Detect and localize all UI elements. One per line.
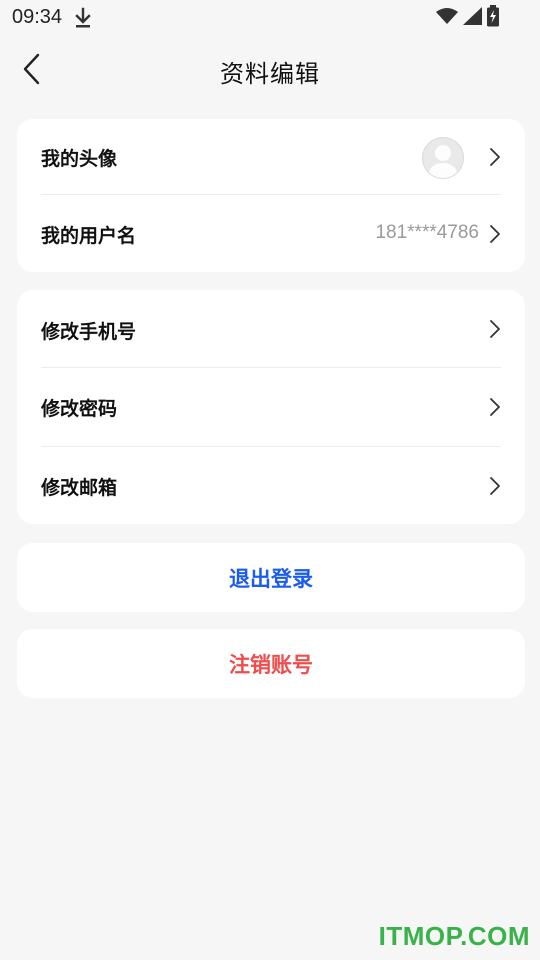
change-password-row[interactable]: 修改密码: [17, 368, 525, 446]
signal-icon: [462, 6, 482, 30]
change-email-label: 修改邮箱: [41, 477, 118, 499]
page-title: 资料编辑: [220, 60, 320, 88]
delete-account-button[interactable]: 注销账号: [17, 649, 525, 679]
change-email-row[interactable]: 修改邮箱: [17, 447, 525, 524]
change-phone-label: 修改手机号: [41, 321, 137, 343]
chevron-right-icon: [490, 477, 500, 495]
change-password-label: 修改密码: [41, 398, 118, 420]
logout-card[interactable]: 退出登录: [17, 543, 525, 612]
avatar-label: 我的头像: [41, 148, 118, 170]
chevron-right-icon: [490, 398, 500, 416]
delete-account-card[interactable]: 注销账号: [17, 629, 525, 698]
username-row[interactable]: 我的用户名 181****4786: [17, 195, 525, 272]
logout-button[interactable]: 退出登录: [17, 563, 525, 593]
account-security-card: 修改手机号 修改密码 修改邮箱: [17, 290, 525, 524]
avatar[interactable]: [422, 137, 464, 179]
change-phone-row[interactable]: 修改手机号: [17, 290, 525, 367]
chevron-right-icon: [490, 225, 500, 243]
username-value: 181****4786: [375, 222, 479, 243]
status-time: 09:34: [12, 6, 63, 28]
header: 资料编辑: [0, 40, 540, 100]
download-icon: [73, 7, 93, 29]
chevron-right-icon: [490, 148, 500, 166]
avatar-row[interactable]: 我的头像: [17, 119, 525, 195]
default-avatar-icon: [428, 145, 458, 178]
profile-card: 我的头像 我的用户名 181****4786: [17, 119, 525, 272]
status-bar: 09:34: [0, 0, 540, 36]
username-label: 我的用户名: [41, 225, 137, 247]
watermark: ITMOP.COM: [378, 921, 530, 951]
status-icons: [436, 5, 500, 31]
chevron-right-icon: [490, 320, 500, 338]
battery-charging-icon: [486, 5, 500, 31]
wifi-icon: [436, 7, 458, 29]
